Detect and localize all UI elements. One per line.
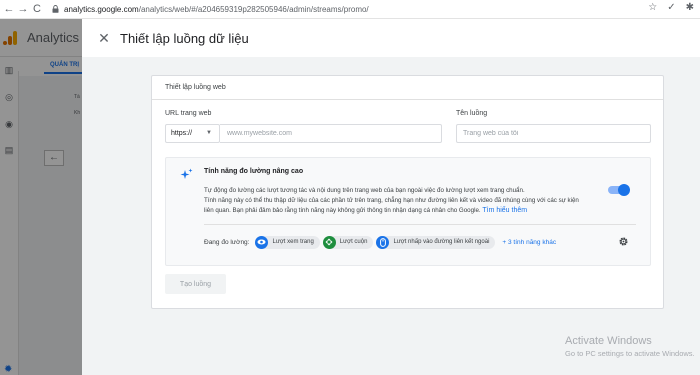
- measuring-row: Đang đo lường: Lượt xem trang Lượt cuộn …: [204, 235, 556, 249]
- chip-scrolls[interactable]: Lượt cuộn: [322, 235, 374, 249]
- protocol-select[interactable]: https:// ▼: [165, 124, 220, 143]
- protocol-value: https://: [171, 130, 193, 137]
- lock-icon: [52, 5, 59, 13]
- dropdown-arrow-icon: ▼: [206, 130, 212, 136]
- create-stream-button[interactable]: Tạo luồng: [165, 274, 226, 294]
- more-features-link[interactable]: + 3 tính năng khác: [502, 239, 556, 246]
- website-url-input[interactable]: [220, 124, 442, 143]
- url-label: URL trang web: [165, 110, 212, 117]
- panel-header: ✕ Thiết lập luồng dữ liệu: [82, 19, 700, 57]
- learn-more-link[interactable]: Tìm hiểu thêm: [482, 207, 527, 214]
- watermark-line-1: Activate Windows: [565, 335, 652, 347]
- web-stream-card: Thiết lập luồng web URL trang web https:…: [151, 75, 664, 309]
- star-icon[interactable]: ☆: [648, 2, 657, 13]
- divider: [204, 224, 636, 225]
- chip-label: Lượt cuộn: [339, 239, 368, 245]
- card-title: Thiết lập luồng web: [165, 84, 226, 91]
- eye-icon: [255, 235, 269, 249]
- setup-stream-panel: ✕ Thiết lập luồng dữ liệu Thiết lập luồn…: [82, 19, 700, 375]
- panel-title: Thiết lập luồng dữ liệu: [120, 30, 249, 46]
- address-bar[interactable]: analytics.google.com/analytics/web/#/a20…: [52, 5, 369, 14]
- measuring-label: Đang đo lường:: [204, 238, 250, 246]
- back-icon[interactable]: ←: [2, 0, 16, 19]
- chip-outbound-clicks[interactable]: Lượt nhấp vào đường liên kết ngoài: [376, 235, 496, 249]
- mouse-icon: [376, 235, 390, 249]
- enhanced-measurement-section: Tính năng đo lường nâng cao Tự động đo l…: [165, 157, 651, 266]
- browser-toolbar: ← → C analytics.google.com/analytics/web…: [0, 0, 700, 19]
- watermark-line-2: Go to PC settings to activate Windows.: [565, 349, 695, 358]
- url-path: /analytics/web/#/a204659319p282505946/ad…: [138, 4, 369, 14]
- enhanced-measurement-description: Tự động đo lường các lượt tương tác và n…: [204, 186, 616, 216]
- desc-line-1: Tự động đo lường các lượt tương tác và n…: [204, 187, 525, 194]
- close-icon[interactable]: ✕: [98, 31, 110, 45]
- toggle-knob: [618, 184, 630, 196]
- desc-line-3-text: liên quan. Bạn phải đảm bảo rằng tính nă…: [204, 207, 481, 214]
- url-host: analytics.google.com: [64, 4, 139, 14]
- stream-name-label: Tên luồng: [456, 110, 488, 117]
- enhanced-measurement-toggle[interactable]: [608, 184, 630, 196]
- divider: [152, 99, 663, 100]
- reload-icon[interactable]: C: [30, 0, 44, 19]
- activate-windows-watermark: Activate Windows Go to PC settings to ac…: [565, 335, 695, 358]
- check-icon[interactable]: ✓: [667, 2, 675, 13]
- chip-label: Lượt xem trang: [272, 239, 314, 245]
- stream-name-input[interactable]: [456, 124, 651, 143]
- chip-page-views[interactable]: Lượt xem trang: [255, 235, 320, 249]
- chip-label: Lượt nhấp vào đường liên kết ngoài: [393, 239, 490, 245]
- forward-icon[interactable]: →: [16, 0, 30, 19]
- enhanced-measurement-title: Tính năng đo lường nâng cao: [204, 168, 304, 175]
- gear-icon[interactable]: [618, 236, 629, 247]
- scroll-icon: [322, 235, 336, 249]
- desc-line-2: Tính năng này có thể thu thập dữ liệu củ…: [204, 197, 579, 204]
- scrim-overlay[interactable]: [0, 19, 82, 375]
- extensions-icon[interactable]: ✱: [686, 2, 694, 13]
- sparkle-icon: [180, 168, 193, 179]
- browser-actions: ☆ ✓ ✱: [648, 2, 694, 13]
- desc-line-3: liên quan. Bạn phải đảm bảo rằng tính nă…: [204, 206, 616, 216]
